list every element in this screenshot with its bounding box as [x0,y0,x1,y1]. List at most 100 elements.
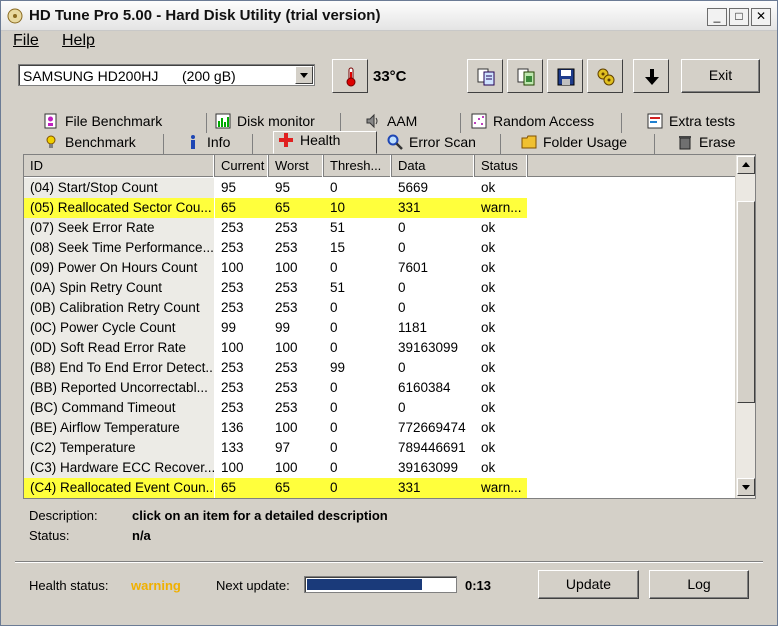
cell-id: (BC) Command Timeout [24,398,214,418]
table-row[interactable]: (C3) Hardware ECC Recover... 100 100 0 39163… [24,458,735,478]
cell-thresh: 0 [330,260,338,275]
download-button[interactable] [633,59,669,93]
table-header: ID Current Worst Thresh... Data Status [24,155,735,177]
cell-status: ok [481,180,496,195]
health-status-value: warning [131,578,181,593]
cell-data: 1181 [398,320,428,335]
tab-folder-usage[interactable]: Folder Usage [517,134,655,154]
vertical-scrollbar[interactable] [735,155,755,498]
window-title: HD Tune Pro 5.00 - Hard Disk Utility (tr… [29,7,381,24]
tab-file-benchmark[interactable]: File Benchmark [39,113,207,133]
tab-erase[interactable]: Erase [673,134,761,154]
cell-data: 0 [398,220,406,235]
tab-random-access[interactable]: Random Access [467,113,622,133]
drive-size: (200 gB) [182,68,236,84]
cell-status: warn... [475,478,527,498]
chevron-down-icon[interactable] [295,66,313,84]
table-row[interactable]: (09) Power On Hours Count 100 100 0 7601 ok [24,258,735,278]
cell-data: 5669 [398,180,429,195]
scroll-up-button[interactable] [737,156,755,174]
drive-select[interactable]: SAMSUNG HD200HJ (200 gB) [18,64,315,86]
cell-current: 65 [215,198,269,218]
close-button[interactable]: ✕ [751,8,771,26]
tab-extra-tests[interactable]: Extra tests [643,113,761,133]
table-row[interactable]: (0C) Power Cycle Count 99 99 0 1181 ok [24,318,735,338]
cell-worst: 97 [275,440,291,455]
column-header-worst[interactable]: Worst [269,155,323,177]
column-header-data[interactable]: Data [392,155,474,177]
table-row[interactable]: (C4) Reallocated Event Coun... 65 65 0 331 wa… [24,478,735,498]
cell-status: ok [481,220,496,235]
table-row[interactable]: (0A) Spin Retry Count 253 253 51 0 ok [24,278,735,298]
cell-worst: 65 [269,198,324,218]
cell-current: 253 [221,300,244,315]
column-header-threshold[interactable]: Thresh... [324,155,391,177]
cell-current: 253 [221,380,244,395]
random-access-icon [471,113,487,129]
save-button[interactable] [547,59,583,93]
cell-thresh: 51 [330,280,346,295]
cell-thresh: 15 [330,240,346,255]
log-button[interactable]: Log [649,570,749,599]
cell-thresh: 0 [330,440,338,455]
cell-id: (08) Seek Time Performance... [24,238,214,258]
copy-screenshot-button[interactable] [507,59,543,93]
cell-thresh: 0 [330,380,338,395]
maximize-button[interactable]: □ [729,8,749,26]
file-benchmark-icon [43,113,59,129]
cell-thresh: 0 [330,300,338,315]
description-value: click on an item for a detailed descript… [132,508,388,523]
table-row[interactable]: (08) Seek Time Performance... 253 253 15 0 ok [24,238,735,258]
cell-id: (C2) Temperature [24,438,214,458]
title-bar[interactable]: HD Tune Pro 5.00 - Hard Disk Utility (tr… [1,1,777,31]
description-label: Description: [29,508,98,523]
cell-id: (04) Start/Stop Count [24,178,214,198]
tab-aam[interactable]: AAM [361,113,461,133]
cell-current: 100 [221,340,244,355]
update-button[interactable]: Update [538,570,639,599]
cell-status: ok [481,340,496,355]
table-row[interactable]: (BB) Reported Uncorrectabl... 253 253 0 6160… [24,378,735,398]
table-row[interactable]: (0B) Calibration Retry Count 253 253 0 0 ok [24,298,735,318]
cell-status: ok [481,460,496,475]
tab-info[interactable]: Info [181,134,253,154]
cell-data: 331 [392,478,475,498]
tab-benchmark[interactable]: Benchmark [39,134,164,154]
scroll-down-button[interactable] [737,478,755,496]
cell-worst: 100 [275,460,298,475]
exit-button[interactable]: Exit [681,59,760,93]
table-row[interactable]: (05) Reallocated Sector Cou... 65 65 10 331 w… [24,198,735,218]
column-header-status[interactable]: Status [475,155,527,177]
table-row[interactable]: (B8) End To End Error Detect... 253 253 99 0… [24,358,735,378]
cell-worst: 253 [275,400,298,415]
table-row[interactable]: (04) Start/Stop Count 95 95 0 5669 ok [24,178,735,198]
table-row[interactable]: (BE) Airflow Temperature 136 100 0 772669474… [24,418,735,438]
copy-text-icon [477,68,495,86]
cell-current: 253 [221,360,244,375]
menu-help[interactable]: Help [62,32,95,50]
cell-data: 789446691 [398,440,466,455]
scrollbar-thumb[interactable] [737,201,755,403]
temperature-button[interactable] [332,59,368,93]
menu-file[interactable]: File [13,32,39,50]
cell-thresh: 0 [324,478,392,498]
table-row[interactable]: (C2) Temperature 133 97 0 789446691 ok [24,438,735,458]
cell-id: (0A) Spin Retry Count [24,278,214,298]
next-update-progress [304,576,457,593]
options-button[interactable] [587,59,623,93]
table-row[interactable]: (07) Seek Error Rate 253 253 51 0 ok [24,218,735,238]
tab-disk-monitor[interactable]: Disk monitor [211,113,341,133]
footer-divider [15,561,763,563]
cell-status: ok [481,260,496,275]
copy-text-button[interactable] [467,59,503,93]
column-header-id[interactable]: ID [24,155,214,177]
smart-table[interactable]: ID Current Worst Thresh... Data Status (… [23,154,756,499]
table-row[interactable]: (BC) Command Timeout 253 253 0 0 ok [24,398,735,418]
tab-error-scan[interactable]: Error Scan [383,134,501,154]
table-row[interactable]: (0D) Soft Read Error Rate 100 100 0 39163099… [24,338,735,358]
cell-status: ok [481,280,496,295]
minimize-button[interactable]: _ [707,8,727,26]
tab-health[interactable]: Health [273,131,377,154]
column-header-current[interactable]: Current [215,155,268,177]
cell-status: ok [481,360,496,375]
